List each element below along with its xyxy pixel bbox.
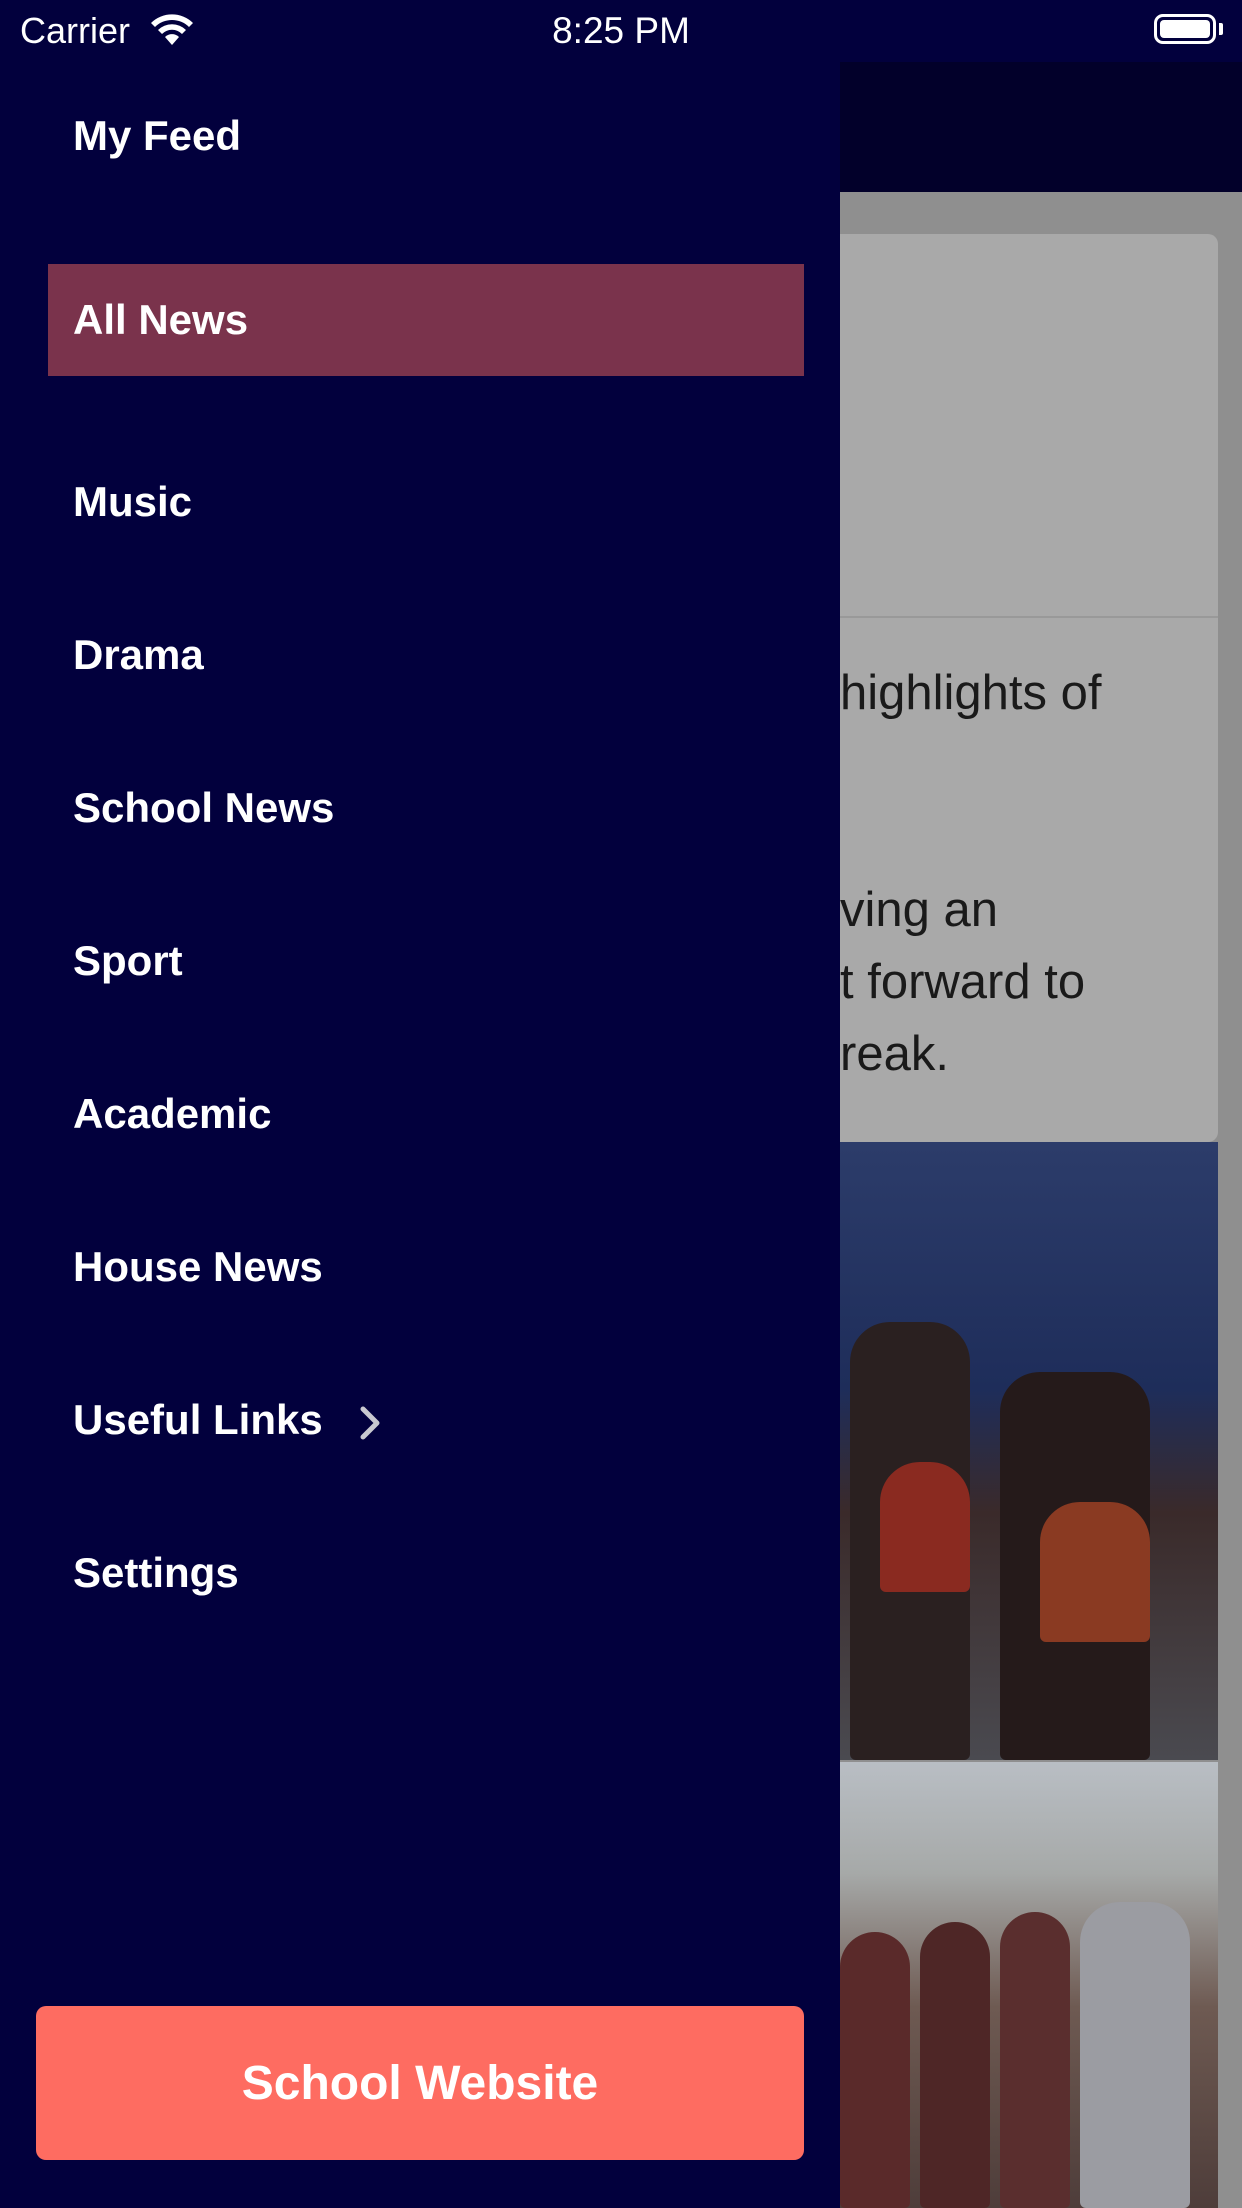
status-bar: Carrier 8:25 PM [0,0,1242,62]
menu-item-sport[interactable]: Sport [48,905,804,1017]
card-text-line: highlights of [840,666,1102,720]
menu-item-my-feed[interactable]: My Feed [48,80,804,192]
background-header [840,62,1242,192]
card-divider [840,616,1218,618]
card-text-line: t forward to [840,955,1086,1009]
news-photo[interactable] [840,1142,1218,1760]
battery-icon [1154,14,1216,44]
menu-item-house-news[interactable]: House News [48,1211,804,1323]
menu-item-drama[interactable]: Drama [48,599,804,711]
navigation-drawer: My Feed All News Music Drama School News… [0,62,840,2208]
background-news-card[interactable]: highlights of ving an t forward to reak.… [840,234,1218,1249]
menu-item-settings[interactable]: Settings [48,1517,804,1629]
menu-item-label: Useful Links [73,1396,323,1443]
battery-tip [1219,23,1223,35]
news-photo[interactable] [840,1762,1218,2208]
menu-item-academic[interactable]: Academic [48,1058,804,1170]
card-text-line: reak. [840,1027,949,1081]
menu-item-school-news[interactable]: School News [48,752,804,864]
menu-item-music[interactable]: Music [48,446,804,558]
menu-item-all-news[interactable]: All News [48,264,804,376]
background-feed[interactable]: highlights of ving an t forward to reak.… [840,62,1242,2208]
status-time: 8:25 PM [552,10,690,51]
menu-item-useful-links[interactable]: Useful Links [48,1364,804,1476]
chevron-right-icon [357,1403,383,1443]
school-website-button[interactable]: School Website [36,2006,804,2160]
card-text-line: ving an [840,883,999,937]
